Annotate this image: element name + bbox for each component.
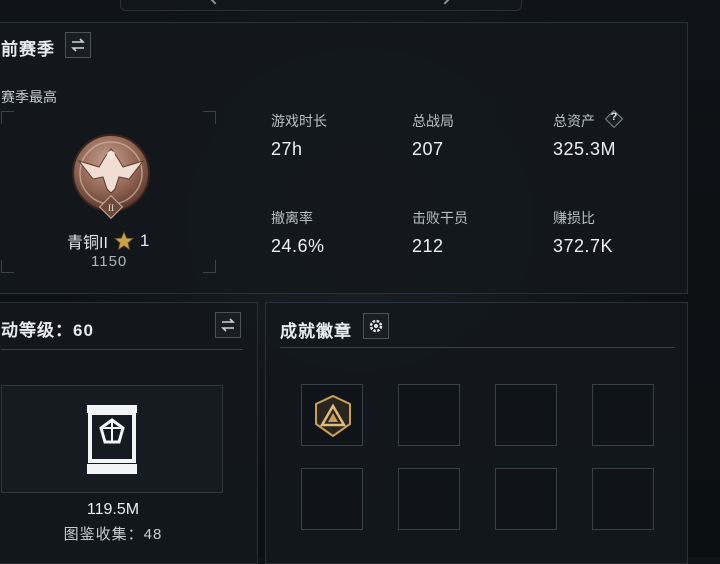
chevron-right-icon[interactable] (436, 0, 454, 5)
stat-matches: 总战局 207 (412, 111, 454, 160)
collection-count: 图鉴收集：48 (63, 526, 163, 543)
chevron-left-icon[interactable] (206, 0, 224, 5)
badge-title: 成就徽章 (280, 322, 352, 341)
badge-slot-1[interactable] (301, 384, 363, 446)
stat-value: 27h (271, 139, 303, 159)
badge-settings-button[interactable] (363, 313, 389, 339)
stat-value: 212 (412, 236, 444, 256)
stat-kills: 击败干员 212 (412, 208, 468, 257)
top-tab-bar (120, 0, 522, 11)
swap-season-button[interactable] (65, 32, 91, 58)
display-case-icon (87, 405, 137, 474)
frame-corner (1, 260, 14, 273)
season-title: 前赛季 (1, 40, 55, 59)
rank-row: 青铜II 1 (67, 229, 149, 253)
stat-label: 赚损比 (553, 210, 595, 226)
svg-text:II: II (108, 203, 114, 213)
stat-value: 372.7K (553, 236, 614, 256)
stat-value: 207 (412, 139, 444, 159)
divider (280, 347, 675, 348)
season-panel: 前赛季 赛季最高 II 青铜II 1 1150 游戏时长 27h 总战局 207… (0, 22, 688, 294)
triangle-badge-icon (315, 394, 351, 438)
rank-name: 青铜II (67, 235, 108, 252)
help-button[interactable]: ? (605, 110, 623, 128)
collection-value: 119.5M (86, 501, 140, 518)
star-icon (113, 231, 134, 251)
swap-level-button[interactable] (215, 312, 241, 338)
stat-label: 总战局 (412, 113, 454, 129)
rank-stars: 1 (139, 231, 150, 250)
level-title: 动等级：60 (1, 321, 94, 340)
stat-label: 撤离率 (271, 210, 313, 226)
bronze-eagle-emblem-icon: II (72, 134, 150, 220)
badge-slot-6[interactable] (398, 468, 460, 530)
stat-value: 325.3M (553, 139, 617, 159)
stat-value: 24.6% (271, 236, 325, 256)
achievement-badge-panel: 成就徽章 (265, 302, 688, 564)
gear-icon (369, 319, 383, 333)
swap-icon (71, 38, 85, 52)
collection-showcase[interactable] (1, 385, 223, 493)
stat-extract-rate: 撤离率 24.6% (271, 208, 325, 257)
badge-slot-3[interactable] (495, 384, 557, 446)
stat-label: 游戏时长 (271, 113, 327, 129)
frame-corner (203, 260, 216, 273)
badge-slot-4[interactable] (592, 384, 654, 446)
stat-label: 击败干员 (412, 210, 468, 226)
frame-corner (203, 111, 216, 124)
season-best-label: 赛季最高 (1, 89, 57, 105)
swap-icon (221, 318, 235, 332)
stat-profit-ratio: 赚损比 372.7K (553, 208, 613, 257)
stat-playtime: 游戏时长 27h (271, 111, 327, 160)
badge-slot-7[interactable] (495, 468, 557, 530)
badge-slot-2[interactable] (398, 384, 460, 446)
rank-score: 1150 (91, 253, 128, 270)
divider (1, 349, 243, 350)
badge-slot-8[interactable] (592, 468, 654, 530)
frame-corner (1, 111, 14, 124)
badge-slot-5[interactable] (301, 468, 363, 530)
help-glyph: ? (610, 111, 618, 123)
level-panel: 动等级：60 119.5M 图鉴收集：48 (0, 302, 258, 564)
